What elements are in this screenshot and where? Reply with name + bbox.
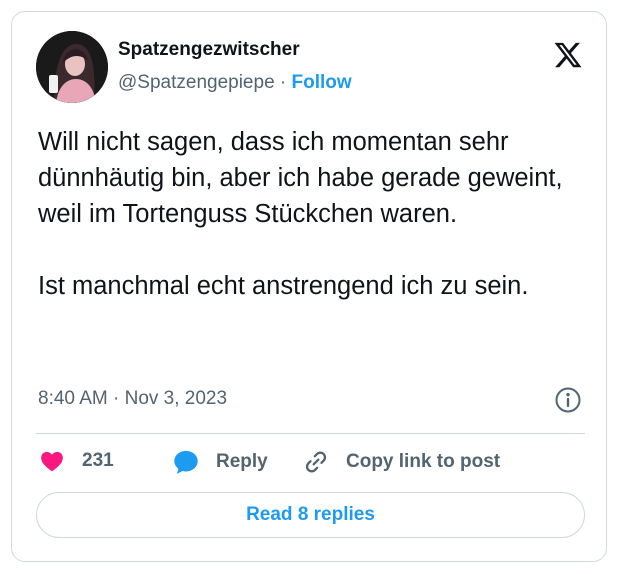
copy-link-label: Copy link to post [346, 451, 501, 472]
speech-bubble-icon [172, 448, 200, 476]
x-logo-icon[interactable] [552, 40, 584, 70]
handle-separator: · [279, 72, 287, 93]
tweet-timestamp[interactable]: 8:40 AM · Nov 3, 2023 [38, 388, 227, 410]
follow-button[interactable]: Follow [292, 72, 352, 93]
author-handle[interactable]: @Spatzengepiepe [118, 72, 275, 93]
author-display-name[interactable]: Spatzengezwitscher [118, 39, 300, 61]
author-handle-row: @Spatzengepiepe · Follow [118, 72, 352, 94]
link-icon [302, 448, 330, 476]
read-replies-button[interactable]: Read 8 replies [36, 492, 585, 538]
copy-link-button[interactable]: Copy link to post [302, 448, 500, 476]
heart-icon [38, 448, 66, 474]
tweet-text: Will nicht sagen, dass ich momentan sehr… [38, 124, 583, 304]
like-button[interactable]: 231 [38, 448, 114, 474]
tweet-paragraph: Ist manchmal echt anstrengend ich zu sei… [38, 272, 529, 300]
like-count: 231 [82, 450, 114, 471]
avatar[interactable] [36, 31, 108, 103]
read-replies-label: Read 8 replies [246, 504, 375, 525]
tweet-card: Spatzengezwitscher @Spatzengepiepe · Fol… [11, 11, 607, 562]
divider [36, 433, 585, 434]
reply-button[interactable]: Reply [172, 448, 268, 476]
tweet-paragraph: Will nicht sagen, dass ich momentan sehr… [38, 128, 563, 228]
info-icon[interactable] [554, 386, 582, 414]
reply-label: Reply [216, 451, 268, 472]
